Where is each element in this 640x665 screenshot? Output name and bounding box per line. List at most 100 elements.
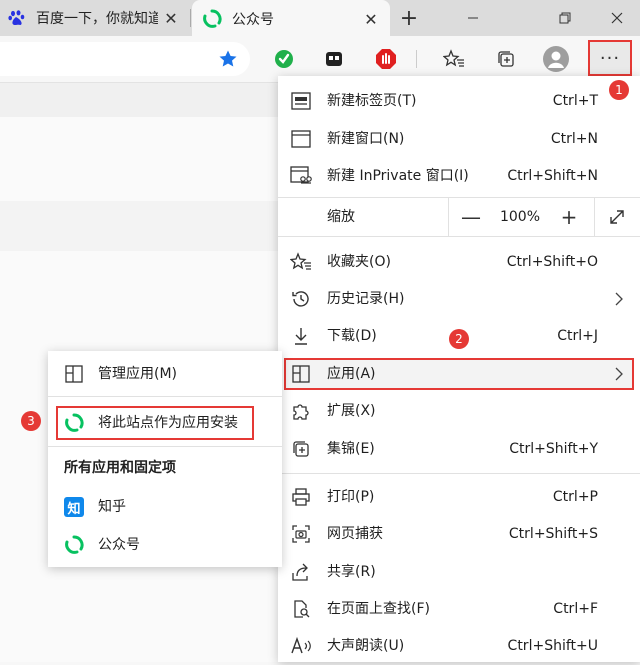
menu-item-apps[interactable]: 应用(A) [278,355,640,393]
dark-extension-icon[interactable] [320,45,348,73]
favorites-list-icon[interactable] [440,45,468,73]
green-check-extension-icon[interactable] [270,45,298,73]
apps-grid-icon [64,364,84,384]
menu-item-shortcut: Ctrl+Shift+O [506,254,598,270]
menu-item-shortcut: Ctrl+J [557,328,598,344]
submenu-app-zhihu[interactable]: 知 知乎 [48,488,282,526]
menu-item-print[interactable]: 打印(P) Ctrl+P [278,478,640,516]
menu-item-label: 历史记录(H) [327,291,405,307]
menu-item-label: 新建窗口(N) [327,131,405,147]
menu-item-shortcut: Ctrl+P [552,489,598,505]
restore-icon[interactable] [542,0,588,36]
menu-item-find-on-page[interactable]: 在页面上查找(F) Ctrl+F [278,590,640,628]
submenu-app-wechat[interactable]: 公众号 [48,526,282,564]
menu-item-label: 新建 InPrivate 窗口(I) [327,168,469,184]
menu-item-label: 在页面上查找(F) [327,601,430,617]
menu-item-extensions[interactable]: 扩展(X) [278,392,640,430]
step-badge-2: 2 [449,329,469,349]
zoom-separator [594,198,595,236]
collections-icon[interactable] [492,45,520,73]
step-badge-3: 3 [21,411,41,431]
close-icon[interactable]: ✕ [358,6,384,32]
zoom-out-button[interactable]: — [456,202,486,232]
tab-separator [190,9,191,27]
collections-icon [290,439,312,459]
submenu-item-manage-apps[interactable]: 管理应用(M) [48,355,282,393]
menu-item-shortcut: Ctrl+T [552,93,598,109]
menu-item-label: 集锦(E) [327,441,375,457]
minimize-icon[interactable] [450,0,496,36]
menu-item-label: 应用(A) [327,366,376,382]
tab-title: 百度一下，你就知道 [36,11,158,27]
settings-menu: 新建标签页(T) Ctrl+T 新建窗口(N) Ctrl+N 新建 InPriv… [278,76,640,662]
apps-grid-icon [290,364,312,384]
menu-item-label: 下载(D) [327,328,377,344]
share-icon [290,562,312,582]
wechat-official-icon [64,535,84,555]
step-badge-1: 1 [609,80,629,100]
zoom-separator [448,198,449,236]
menu-divider [278,473,640,474]
new-tab-icon [290,91,312,111]
adblock-extension-icon[interactable] [372,45,400,73]
favorite-star-icon[interactable] [214,45,242,73]
printer-icon [290,487,312,507]
web-capture-icon [290,524,312,544]
avatar[interactable] [542,45,570,73]
submenu-item-label: 将此站点作为应用安装 [98,415,238,431]
read-aloud-icon [290,636,312,656]
new-window-icon [290,129,312,149]
menu-item-web-capture[interactable]: 网页捕获 Ctrl+Shift+S [278,515,640,553]
tab-wechat[interactable]: 公众号 ✕ [192,0,390,38]
more-menu-button[interactable]: ··· [588,40,632,76]
tab-baidu[interactable]: 百度一下，你就知道 ✕ [0,0,190,36]
menu-item-shortcut: Ctrl+Shift+U [507,638,598,654]
zoom-label: 缩放 [327,209,355,225]
wechat-official-icon [202,9,222,29]
menu-item-shortcut: Ctrl+F [553,601,598,617]
menu-item-shortcut: Ctrl+Shift+Y [509,441,598,457]
chevron-right-icon [615,292,623,306]
find-on-page-icon [290,599,312,619]
menu-item-label: 打印(P) [327,489,375,505]
submenu-divider [48,396,282,397]
menu-item-favorites[interactable]: 收藏夹(O) Ctrl+Shift+O [278,243,640,281]
submenu-item-label: 公众号 [98,537,140,553]
menu-item-collections[interactable]: 集锦(E) Ctrl+Shift+Y [278,430,640,468]
history-icon [290,289,312,309]
menu-item-new-inprivate[interactable]: 新建 InPrivate 窗口(I) Ctrl+Shift+N [278,157,640,195]
download-icon [290,326,312,346]
zoom-control: 缩放 — 100% + [278,198,640,236]
favorites-list-icon [290,252,312,272]
close-icon[interactable]: ✕ [158,5,184,31]
apps-submenu: 管理应用(M) 将此站点作为应用安装 所有应用和固定项 知 知乎 公众号 [48,351,282,567]
zoom-in-button[interactable]: + [554,202,584,232]
menu-item-share[interactable]: 共享(R) [278,553,640,591]
menu-item-history[interactable]: 历史记录(H) [278,280,640,318]
submenu-item-install-site[interactable]: 将此站点作为应用安装 [48,404,282,442]
zoom-value: 100% [499,209,541,225]
puzzle-icon [290,401,312,421]
submenu-divider [48,446,282,447]
wechat-official-icon [64,413,84,433]
tab-title: 公众号 [232,12,274,28]
zhihu-icon: 知 [64,497,84,517]
menu-item-shortcut: Ctrl+Shift+N [507,168,598,184]
menu-item-label: 新建标签页(T) [327,93,417,109]
menu-item-label: 扩展(X) [327,403,376,419]
menu-item-label: 大声朗读(U) [327,638,405,654]
baidu-paw-icon [8,9,26,27]
menu-item-label: 共享(R) [327,564,376,580]
menu-item-shortcut: Ctrl+Shift+S [508,526,598,542]
menu-item-new-tab[interactable]: 新建标签页(T) Ctrl+T [278,82,640,120]
menu-item-read-aloud[interactable]: 大声朗读(U) Ctrl+Shift+U [278,627,640,665]
submenu-heading: 所有应用和固定项 [64,460,176,476]
menu-item-shortcut: Ctrl+N [550,131,598,147]
submenu-item-label: 管理应用(M) [98,366,178,382]
new-tab-button[interactable]: + [395,4,423,32]
address-bar[interactable] [0,42,250,76]
menu-item-label: 网页捕获 [327,526,383,542]
fullscreen-expand-icon[interactable] [602,202,632,232]
menu-item-new-window[interactable]: 新建窗口(N) Ctrl+N [278,120,640,158]
window-close-icon[interactable] [594,0,640,36]
